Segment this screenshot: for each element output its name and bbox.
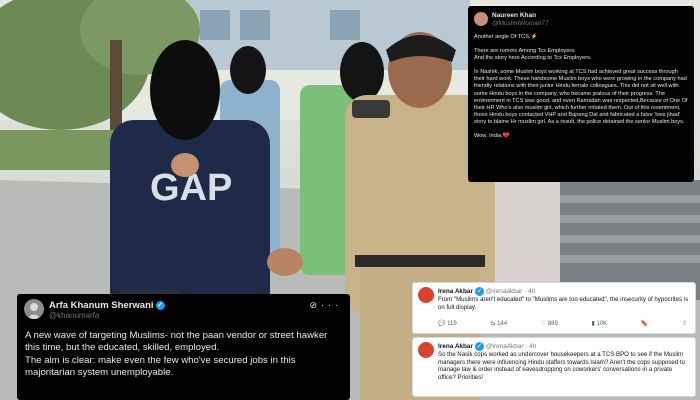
- verified-badge-icon: ✓: [474, 342, 484, 351]
- tweet-author-handle[interactable]: @MuslimWoman77: [492, 20, 549, 28]
- tweet-paragraph: Another angle Of TCS.⚡: [474, 34, 538, 40]
- heart-icon: ♡: [540, 321, 547, 327]
- tweet-body: A new wave of targeting Muslims- not the…: [25, 330, 328, 379]
- tweet-author-name[interactable]: Naureen Khan: [492, 12, 549, 20]
- views-icon: ▮: [591, 321, 595, 327]
- share-icon: ⇧: [681, 321, 687, 327]
- reply-count: 119: [447, 321, 457, 327]
- verified-badge-icon: ✓: [474, 287, 484, 296]
- tweet-card-irena-1: Irena Akbar ✓ @irenaakbar · 4h From "Musl…: [412, 282, 696, 334]
- tweet-body: So the Nasik cops worked as undercover h…: [438, 351, 685, 381]
- like-button[interactable]: ♡ 889: [541, 320, 558, 327]
- tweet-card-irena-2: Irena Akbar ✓ @IrenaAkbar · 4h So the Nas…: [412, 337, 696, 397]
- bookmark-button[interactable]: 🔖: [641, 320, 648, 327]
- tweet-author-handle[interactable]: @IrenaAkbar: [486, 343, 524, 350]
- tweet-paragraph: There are rumors Among Tcs Employers. An…: [474, 48, 592, 62]
- tweet-author-name-text[interactable]: Arfa Khanum Sherwani: [49, 300, 154, 311]
- tweet-time[interactable]: · 4h: [525, 343, 536, 350]
- bookmark-icon: 🔖: [640, 321, 649, 327]
- tweet-author-handle[interactable]: @irenaakbar: [486, 288, 523, 295]
- tweet-time[interactable]: · 4h: [524, 288, 535, 295]
- tweet-author-name[interactable]: Irena Akbar: [438, 288, 473, 295]
- tweet-top-actions: ⊘···: [309, 300, 342, 311]
- avatar[interactable]: [418, 287, 434, 303]
- repost-count: 144: [497, 321, 508, 327]
- like-count: 889: [547, 321, 558, 327]
- more-options-icon[interactable]: ···: [321, 300, 342, 310]
- tweet-card-naureen: Naureen Khan @MuslimWoman77 Another angl…: [468, 6, 694, 182]
- tweet-body: Another angle Of TCS.⚡ There are rumors …: [474, 34, 688, 147]
- tweet-author-name[interactable]: Arfa Khanum Sherwani ✓: [49, 300, 165, 311]
- tweet-card-arfa: Arfa Khanum Sherwani ✓ @khanumarfa ⊘··· A…: [17, 294, 350, 400]
- views-count: 10K: [596, 321, 608, 327]
- avatar[interactable]: [24, 299, 44, 319]
- tweet-paragraph: Wow, India.💔: [474, 133, 510, 140]
- tweet-action-bar: 💬 119 ⇆ 144 ♡ 889 ▮ 10K 🔖 ⇧: [438, 320, 687, 327]
- reply-icon: 💬: [438, 321, 446, 327]
- avatar[interactable]: [474, 12, 488, 26]
- grok-icon[interactable]: ⊘: [309, 300, 321, 310]
- tweet-author-name[interactable]: Irena Akbar: [438, 343, 473, 350]
- views-button[interactable]: ▮ 10K: [592, 320, 608, 327]
- reply-button[interactable]: 💬 119: [438, 320, 457, 327]
- tweet-author-handle[interactable]: @khanumarfa: [49, 311, 99, 320]
- avatar[interactable]: [418, 342, 434, 358]
- repost-button[interactable]: ⇆ 144: [490, 320, 507, 327]
- tweet-paragraph: In Nashik, some Muslim boys working at T…: [474, 69, 688, 125]
- tweet-body: From "Muslims aren't educated" to "Musli…: [438, 296, 689, 311]
- verified-badge-icon: ✓: [155, 300, 165, 310]
- share-button[interactable]: ⇧: [682, 320, 687, 327]
- repost-icon: ⇆: [490, 321, 496, 327]
